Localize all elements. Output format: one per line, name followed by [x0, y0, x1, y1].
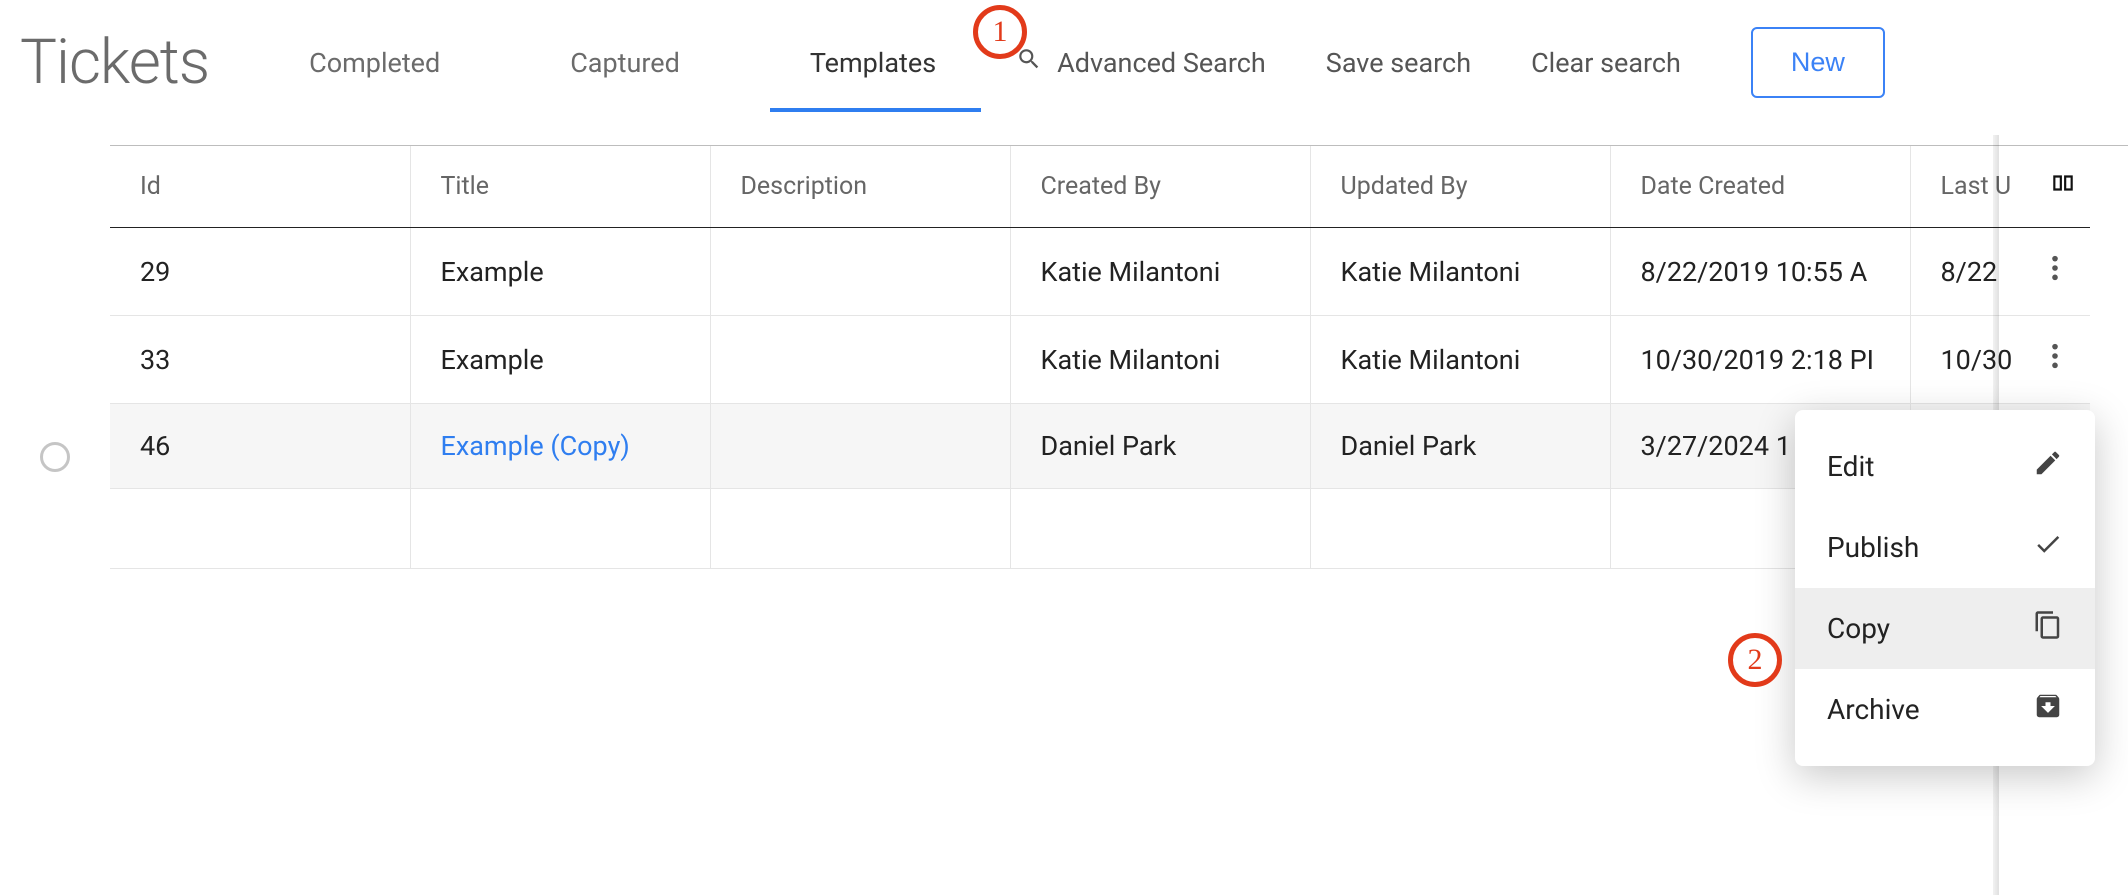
header-actions: Advanced Search Save search Clear search…	[1016, 27, 1885, 98]
table-header-row: Id Title Description Created By Updated …	[110, 146, 2090, 228]
advanced-search[interactable]: Advanced Search	[1016, 46, 1266, 79]
advanced-search-label: Advanced Search	[1057, 47, 1266, 79]
col-updated-by[interactable]: Updated By	[1310, 146, 1610, 228]
cell-created-by: Katie Milantoni	[1010, 316, 1310, 404]
table-row[interactable]: 46 Example (Copy) Daniel Park Daniel Par…	[110, 404, 2090, 489]
search-icon	[1016, 46, 1042, 79]
row-context-menu: Edit Publish Copy Archive	[1795, 410, 2095, 766]
menu-item-copy[interactable]: Copy	[1795, 588, 2095, 669]
tab-captured[interactable]: Captured	[570, 17, 680, 109]
cell-id: 29	[110, 228, 410, 316]
tab-completed[interactable]: Completed	[309, 17, 440, 109]
annotation-2: 2	[1728, 633, 1782, 687]
cell-title: Example	[410, 316, 710, 404]
cell-id: 46	[110, 404, 410, 489]
cell-updated-by: Daniel Park	[1310, 404, 1610, 489]
menu-item-label: Edit	[1827, 450, 1874, 483]
cell-id: 33	[110, 316, 410, 404]
save-search[interactable]: Save search	[1326, 47, 1471, 79]
menu-item-edit[interactable]: Edit	[1795, 426, 2095, 507]
menu-item-label: Publish	[1827, 531, 1919, 564]
columns-icon	[2050, 174, 2076, 203]
cell-last-updated: 8/22	[1910, 228, 2020, 316]
cell-updated-by: Katie Milantoni	[1310, 228, 1610, 316]
cell-description	[710, 316, 1010, 404]
col-date-created[interactable]: Date Created	[1610, 146, 1910, 228]
cell-created-by: Katie Milantoni	[1010, 228, 1310, 316]
dots-vertical-icon	[2051, 345, 2059, 377]
table-row-empty	[110, 489, 2090, 569]
header: Tickets Completed Captured Templates Adv…	[0, 0, 2128, 115]
new-button[interactable]: New	[1751, 27, 1885, 98]
cell-last-updated: 10/30	[1910, 316, 2020, 404]
cell-created-by: Daniel Park	[1010, 404, 1310, 489]
col-settings[interactable]	[2020, 146, 2090, 228]
table-row[interactable]: 29 Example Katie Milantoni Katie Milanto…	[110, 228, 2090, 316]
cell-date-created: 8/22/2019 10:55 A	[1610, 228, 1910, 316]
menu-item-archive[interactable]: Archive	[1795, 669, 2095, 750]
clear-search[interactable]: Clear search	[1531, 47, 1681, 79]
pencil-icon	[2033, 448, 2063, 485]
cell-date-created: 10/30/2019 2:18 PI	[1610, 316, 1910, 404]
copy-icon	[2033, 610, 2063, 647]
col-id[interactable]: Id	[110, 146, 410, 228]
menu-item-publish[interactable]: Publish	[1795, 507, 2095, 588]
page-title: Tickets	[20, 26, 209, 99]
table-row[interactable]: 33 Example Katie Milantoni Katie Milanto…	[110, 316, 2090, 404]
archive-icon	[2033, 691, 2063, 728]
col-description[interactable]: Description	[710, 146, 1010, 228]
row-actions-button[interactable]	[2051, 342, 2059, 377]
cell-description	[710, 228, 1010, 316]
menu-item-label: Copy	[1827, 612, 1890, 645]
dots-vertical-icon	[2051, 257, 2059, 289]
cell-updated-by: Katie Milantoni	[1310, 316, 1610, 404]
cell-description	[710, 404, 1010, 489]
col-title[interactable]: Title	[410, 146, 710, 228]
cell-title: Example (Copy)	[410, 404, 710, 489]
title-link[interactable]: Example (Copy)	[441, 430, 630, 462]
col-last-updated[interactable]: Last U	[1910, 146, 2020, 228]
annotation-1: 1	[973, 5, 1027, 59]
cell-title: Example	[410, 228, 710, 316]
tabs: Completed Captured Templates	[309, 17, 936, 109]
check-icon	[2033, 529, 2063, 566]
row-select-radio[interactable]	[40, 442, 70, 472]
row-actions-button[interactable]	[2051, 254, 2059, 289]
menu-item-label: Archive	[1827, 693, 1920, 726]
col-created-by[interactable]: Created By	[1010, 146, 1310, 228]
tab-templates[interactable]: Templates	[810, 17, 936, 109]
